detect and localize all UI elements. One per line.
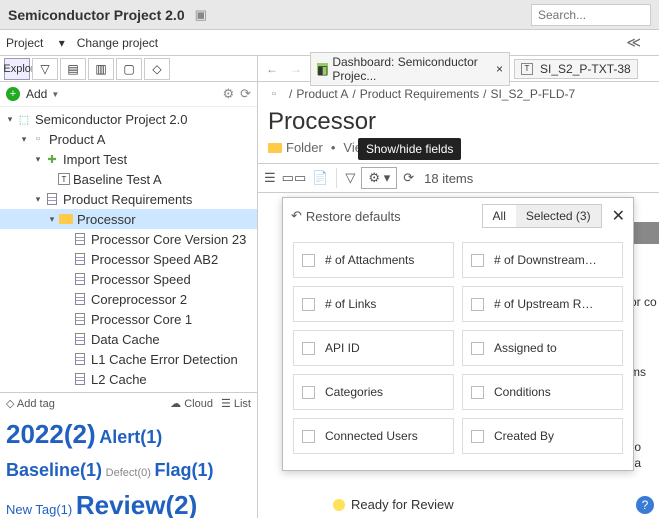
undo-icon: ↶ bbox=[291, 208, 302, 224]
tag-icon[interactable]: ◇ bbox=[144, 58, 170, 80]
project-menu[interactable]: Project ▾ bbox=[6, 36, 65, 50]
folder-chip: Folder bbox=[268, 140, 323, 155]
field-option[interactable]: Created By bbox=[462, 418, 623, 454]
field-option[interactable]: Assigned to bbox=[462, 330, 623, 366]
explorer-tab[interactable]: ☷ Explorer bbox=[4, 58, 30, 80]
list-icon[interactable]: ☰ bbox=[264, 170, 276, 186]
tag-flag[interactable]: Flag(1) bbox=[155, 460, 214, 480]
chart-icon[interactable]: ▥ bbox=[88, 58, 114, 80]
tree-product[interactable]: ▾▫Product A bbox=[0, 129, 257, 149]
tree-item[interactable]: L1 Cache Error Detection bbox=[0, 349, 257, 369]
checkbox[interactable] bbox=[302, 430, 315, 443]
tooltip: Show/hide fields bbox=[358, 138, 461, 160]
search-input[interactable] bbox=[531, 4, 651, 26]
seg-all[interactable]: All bbox=[483, 205, 516, 227]
window-icon[interactable]: ▣ bbox=[195, 7, 207, 23]
tab-dashboard[interactable]: ◧Dashboard: Semiconductor Projec...× bbox=[310, 52, 510, 86]
checkbox[interactable] bbox=[471, 430, 484, 443]
checkbox[interactable] bbox=[471, 386, 484, 399]
tree-baseline[interactable]: TBaseline Test A bbox=[0, 169, 257, 189]
chevron-down-icon[interactable]: ▼ bbox=[51, 90, 59, 99]
collapse-icon[interactable]: ≪ bbox=[626, 34, 641, 51]
app-title: Semiconductor Project 2.0 bbox=[8, 7, 185, 23]
field-option[interactable]: # of Upstream R… bbox=[462, 286, 623, 322]
field-option[interactable]: # of Links bbox=[293, 286, 454, 322]
breadcrumb: ▫ / Product A / Product Requirements / S… bbox=[258, 82, 659, 106]
tag-baseline[interactable]: Baseline(1) bbox=[6, 460, 102, 480]
tree-processor[interactable]: ▾Processor bbox=[0, 209, 257, 229]
restore-defaults[interactable]: ↶Restore defaults bbox=[291, 208, 401, 224]
doc-icon[interactable]: 📄 bbox=[312, 170, 328, 186]
items-count: 18 items bbox=[424, 171, 473, 186]
field-option[interactable]: # of Attachments bbox=[293, 242, 454, 278]
field-option[interactable]: API ID bbox=[293, 330, 454, 366]
checkbox[interactable] bbox=[302, 298, 315, 311]
tab-txt[interactable]: TSI_S2_P-TXT-38 bbox=[514, 59, 638, 79]
filter-icon[interactable]: ▽ bbox=[345, 170, 355, 186]
field-option[interactable]: Connected Users bbox=[293, 418, 454, 454]
tree-item[interactable]: Processor Core 1 bbox=[0, 309, 257, 329]
tag-defect[interactable]: Defect(0) bbox=[106, 467, 151, 479]
calendar-icon[interactable]: ▤ bbox=[60, 58, 86, 80]
field-option[interactable]: # of Downstream… bbox=[462, 242, 623, 278]
checkbox[interactable] bbox=[302, 386, 315, 399]
field-option[interactable]: Conditions bbox=[462, 374, 623, 410]
bc-requirements[interactable]: Product Requirements bbox=[360, 87, 479, 101]
checkbox[interactable] bbox=[302, 342, 315, 355]
back-icon[interactable]: ← bbox=[262, 62, 282, 76]
tree-import[interactable]: ▾✚Import Test bbox=[0, 149, 257, 169]
product-icon: ▫ bbox=[266, 86, 282, 102]
page-title: Processor bbox=[268, 108, 649, 136]
ready-status: Ready for Review bbox=[333, 497, 454, 512]
refresh-icon[interactable]: ⟳ bbox=[240, 86, 251, 102]
checkbox[interactable] bbox=[471, 298, 484, 311]
status-dot-icon bbox=[333, 499, 345, 511]
add-plus-icon[interactable]: + bbox=[6, 87, 20, 101]
tag-cloud: 2022(2) Alert(1) Baseline(1) Defect(0) F… bbox=[6, 414, 251, 518]
close-icon[interactable]: ✕ bbox=[612, 206, 625, 226]
tree-item[interactable]: L2 Cache bbox=[0, 369, 257, 389]
add-button[interactable]: Add bbox=[26, 87, 47, 101]
tag-review[interactable]: Review(2) bbox=[76, 490, 197, 518]
tag-alert[interactable]: Alert(1) bbox=[99, 427, 162, 447]
bc-id[interactable]: SI_S2_P-FLD-7 bbox=[490, 87, 575, 101]
help-icon[interactable]: ? bbox=[636, 496, 654, 514]
checkbox[interactable] bbox=[471, 254, 484, 267]
tree-item[interactable]: Coreprocessor 2 bbox=[0, 289, 257, 309]
tree-item[interactable]: Data Cache bbox=[0, 329, 257, 349]
add-tag[interactable]: ◇ Add tag bbox=[6, 397, 55, 410]
book-icon[interactable]: ▭▭ bbox=[282, 170, 307, 186]
clipboard-icon[interactable]: ▢ bbox=[116, 58, 142, 80]
gear-dropdown[interactable]: ⚙ ▾ bbox=[361, 167, 397, 189]
project-tree: ▾⬚Semiconductor Project 2.0 ▾▫Product A … bbox=[0, 107, 257, 392]
fields-popup: ↶Restore defaults All Selected (3) ✕ # o… bbox=[282, 197, 634, 471]
bg-text: or co bbox=[630, 295, 657, 309]
change-project[interactable]: Change project bbox=[77, 36, 158, 50]
close-icon[interactable]: × bbox=[496, 62, 503, 76]
fwd-icon[interactable]: → bbox=[286, 62, 306, 76]
refresh-icon[interactable]: ⟳ bbox=[403, 170, 414, 186]
tag-new[interactable]: New Tag(1) bbox=[6, 502, 72, 517]
seg-selected[interactable]: Selected (3) bbox=[516, 205, 601, 227]
tree-item[interactable]: Processor Speed AB2 bbox=[0, 249, 257, 269]
bc-product[interactable]: Product A bbox=[296, 87, 348, 101]
gear-icon[interactable]: ⚙ bbox=[222, 86, 234, 102]
cloud-view[interactable]: ☁ Cloud bbox=[170, 397, 213, 410]
tree-item[interactable]: Processor Speed bbox=[0, 269, 257, 289]
tree-requirements[interactable]: ▾Product Requirements bbox=[0, 189, 257, 209]
list-view[interactable]: ☰ List bbox=[221, 397, 251, 410]
filter-icon[interactable]: ▽ bbox=[32, 58, 58, 80]
checkbox[interactable] bbox=[471, 342, 484, 355]
tree-item[interactable]: Processor Core Version 23 bbox=[0, 229, 257, 249]
tag-2022[interactable]: 2022(2) bbox=[6, 419, 96, 449]
field-option[interactable]: Categories bbox=[293, 374, 454, 410]
checkbox[interactable] bbox=[302, 254, 315, 267]
tree-root[interactable]: ▾⬚Semiconductor Project 2.0 bbox=[0, 109, 257, 129]
